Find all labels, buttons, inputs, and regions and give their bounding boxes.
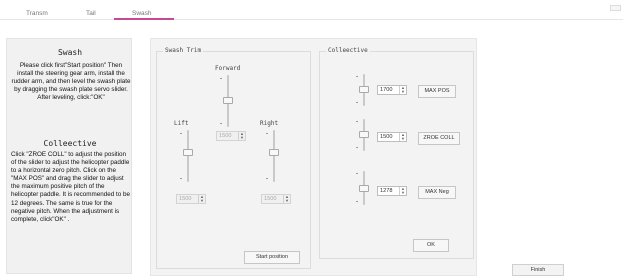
- tab-swash[interactable]: Swash: [132, 10, 152, 17]
- left-value: 1500: [179, 196, 192, 202]
- slider-tick: [356, 102, 358, 103]
- max-neg-spin-arrows[interactable]: ▲ ▼: [399, 187, 406, 195]
- left-spin-arrows[interactable]: ▲ ▼: [198, 195, 205, 203]
- zero-coll-slider[interactable]: [356, 119, 370, 151]
- left-label: Lift: [174, 120, 189, 127]
- max-pos-slider-thumb[interactable]: [359, 86, 369, 93]
- zero-coll-spin-arrows[interactable]: ▲ ▼: [399, 133, 406, 141]
- max-pos-spin-arrows[interactable]: ▲ ▼: [399, 86, 406, 94]
- left-slider-thumb[interactable]: [183, 149, 193, 156]
- left-slider-track: [187, 130, 189, 182]
- spin-down-icon[interactable]: ▼: [239, 136, 245, 140]
- right-spinbox[interactable]: 1500 ▲ ▼: [261, 194, 291, 204]
- forward-value: 1500: [219, 133, 232, 139]
- forward-spinbox[interactable]: 1500 ▲ ▼: [216, 131, 246, 141]
- forward-spin-arrows[interactable]: ▲ ▼: [238, 132, 245, 140]
- max-neg-button[interactable]: MAX Neg: [418, 186, 456, 199]
- tab-transm[interactable]: Transm: [26, 10, 48, 17]
- max-pos-slider[interactable]: [356, 74, 370, 106]
- spin-down-icon[interactable]: ▼: [400, 90, 406, 94]
- right-slider-track: [273, 130, 275, 182]
- slider-tick: [180, 133, 182, 134]
- right-value: 1500: [264, 196, 277, 202]
- window-control-icon[interactable]: [610, 5, 621, 11]
- collective-group: Colleective 1700 ▲ ▼ MAX POS 1500 ▲ ▼ ZR…: [319, 47, 474, 259]
- slider-tick: [356, 76, 358, 77]
- forward-slider[interactable]: [220, 75, 234, 127]
- right-slider[interactable]: [266, 130, 280, 182]
- swash-trim-group: Swash Trim Forward 1500 ▲ ▼ Lift 1500 ▲ …: [156, 47, 311, 269]
- slider-tick: [266, 133, 268, 134]
- spin-down-icon[interactable]: ▼: [400, 191, 406, 195]
- start-position-button[interactable]: Start position: [244, 251, 300, 264]
- slider-tick: [356, 147, 358, 148]
- tab-bar: Transm Tail Swash: [0, 0, 623, 20]
- max-neg-slider[interactable]: [356, 171, 370, 205]
- help-panel: Swash Please click first"Start position"…: [6, 38, 132, 274]
- active-tab-indicator: [114, 18, 174, 20]
- slider-tick: [220, 78, 222, 79]
- zero-coll-spinbox[interactable]: 1500 ▲ ▼: [377, 132, 407, 142]
- left-spinbox[interactable]: 1500 ▲ ▼: [176, 194, 206, 204]
- slider-tick: [180, 178, 182, 179]
- right-slider-thumb[interactable]: [269, 149, 279, 156]
- help-collective-text: Click "ZROE COLL" to adjust the position…: [11, 151, 131, 223]
- spin-down-icon[interactable]: ▼: [284, 199, 290, 203]
- slider-tick: [266, 178, 268, 179]
- slider-tick: [356, 201, 358, 202]
- swash-trim-title: Swash Trim: [163, 47, 204, 54]
- tab-bar-divider: [0, 19, 623, 20]
- help-swash-title: Swash: [57, 48, 83, 57]
- help-collective-title: Colleective: [43, 139, 97, 148]
- ok-button[interactable]: OK: [413, 239, 449, 252]
- spin-down-icon[interactable]: ▼: [400, 137, 406, 141]
- zero-coll-button[interactable]: ZROE COLL: [418, 132, 460, 145]
- right-spin-arrows[interactable]: ▲ ▼: [283, 195, 290, 203]
- zero-coll-value: 1500: [380, 134, 393, 140]
- slider-tick: [356, 173, 358, 174]
- max-neg-value: 1278: [380, 188, 393, 194]
- finish-button[interactable]: Finish: [512, 264, 564, 276]
- max-neg-slider-thumb[interactable]: [359, 185, 369, 192]
- spin-down-icon[interactable]: ▼: [199, 199, 205, 203]
- left-slider[interactable]: [180, 130, 194, 182]
- slider-tick: [220, 123, 222, 124]
- help-swash-text: Please click first"Start position" Then …: [11, 62, 131, 102]
- zero-coll-slider-thumb[interactable]: [359, 131, 369, 138]
- forward-label: Forward: [215, 65, 241, 72]
- collective-title: Colleective: [326, 47, 370, 54]
- forward-slider-thumb[interactable]: [223, 97, 233, 104]
- max-pos-value: 1700: [380, 87, 393, 93]
- tab-tail[interactable]: Tail: [86, 10, 96, 17]
- max-neg-spinbox[interactable]: 1278 ▲ ▼: [377, 186, 407, 196]
- right-label: Right: [260, 120, 279, 127]
- slider-tick: [356, 121, 358, 122]
- main-panel: Swash Trim Forward 1500 ▲ ▼ Lift 1500 ▲ …: [150, 38, 477, 276]
- max-pos-spinbox[interactable]: 1700 ▲ ▼: [377, 85, 407, 95]
- max-pos-button[interactable]: MAX POS: [418, 85, 456, 98]
